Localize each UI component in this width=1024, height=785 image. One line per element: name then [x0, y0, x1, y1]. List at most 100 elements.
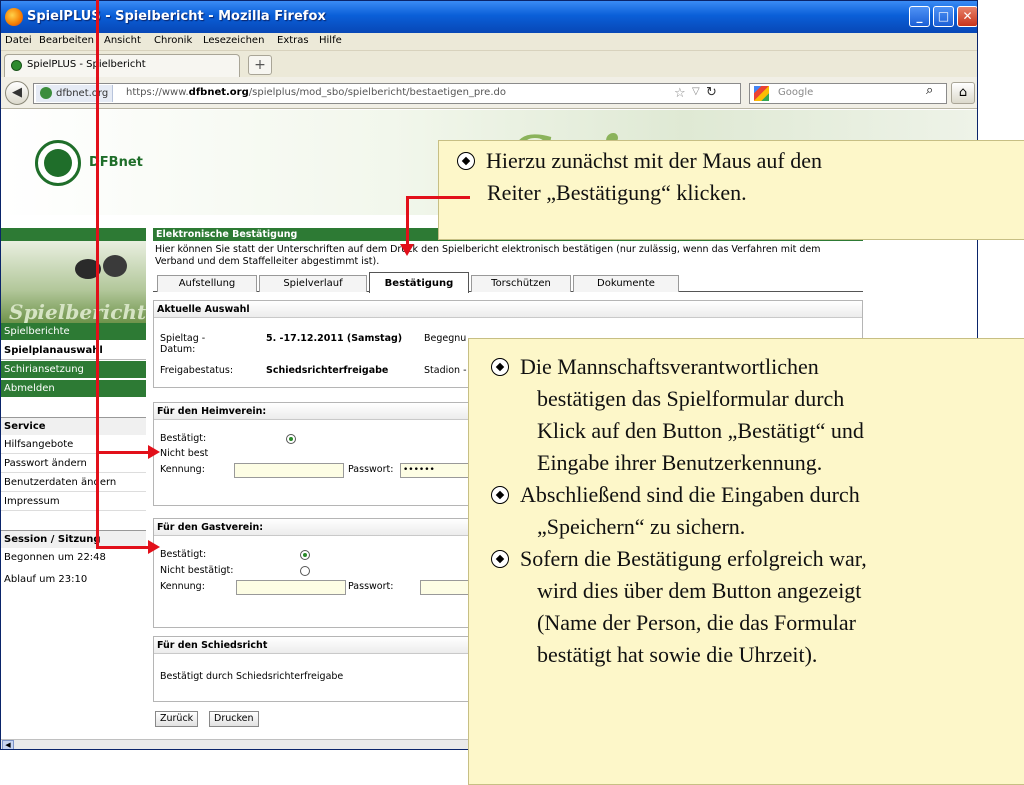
bookmark-star-icon[interactable]: ☆ — [674, 86, 686, 101]
menu-hilfe[interactable]: Hilfe — [319, 35, 342, 46]
url-domain: dfbnet.org — [188, 87, 249, 98]
guest-id-field[interactable] — [236, 580, 346, 595]
arrow-head-icon — [148, 445, 160, 459]
football-boot-icon — [103, 255, 127, 277]
scroll-left-icon[interactable]: ◀ — [2, 740, 14, 749]
browser-tab-label: SpielPLUS - Spielbericht — [27, 59, 146, 70]
tab-bar: SpielPLUS - Spielbericht + — [1, 51, 977, 77]
menu-bearbeiten[interactable]: Bearbeiten — [39, 35, 94, 46]
home-confirmed-radio[interactable] — [286, 434, 296, 444]
sidebar-logo-text: Spielbericht — [9, 300, 147, 324]
soccer-ball-icon — [457, 152, 475, 170]
maximize-button[interactable]: □ — [933, 6, 954, 27]
back-button[interactable]: ◀ — [5, 81, 29, 105]
tab-spielverlauf[interactable]: Spielverlauf — [259, 275, 367, 292]
soccer-ball-icon — [491, 550, 509, 568]
new-tab-button[interactable]: + — [248, 55, 272, 75]
annotation-text: wird dies über dem Button angezeigt — [537, 578, 862, 603]
referee-text: Bestätigt durch Schiedsrichterfreigabe — [160, 671, 344, 682]
annotation-arrow-tab-horizontal — [406, 196, 470, 199]
sidebar-item-impressum[interactable]: Impressum — [1, 493, 146, 511]
home-button[interactable]: ⌂ — [951, 82, 975, 104]
home-not-confirmed-label: Nicht best — [160, 448, 209, 459]
sidebar-item-passwort[interactable]: Passwort ändern — [1, 455, 146, 473]
guest-confirmed-radio[interactable] — [300, 550, 310, 560]
url-text[interactable]: https://www.dfbnet.org/spielplus/mod_sbo… — [126, 87, 506, 98]
search-icon[interactable]: ⌕ — [926, 83, 933, 98]
tab-bestaetigung[interactable]: Bestätigung — [369, 272, 469, 293]
url-path: /spielplus/mod_sbo/spielbericht/bestaeti… — [248, 87, 506, 98]
annotation-arrow-guest — [96, 546, 152, 549]
annotation-arrow-vertical — [96, 0, 99, 549]
annotation-line: Die Mannschaftsverantwortlichen — [491, 351, 1024, 383]
reload-icon[interactable]: ↻ — [706, 85, 717, 100]
annotation-line: Abschließend sind die Eingaben durch — [491, 479, 1024, 511]
home-id-field[interactable] — [234, 463, 344, 478]
sidebar-image: Spielbericht — [1, 241, 147, 324]
session-expiry: Ablauf um 23:10 — [4, 574, 88, 585]
window-title: SpielPLUS - Spielbericht - Mozilla Firef… — [27, 9, 326, 24]
soccer-ball-icon — [491, 486, 509, 504]
annotation-text: Abschließend sind die Eingaben durch — [520, 482, 860, 507]
guest-not-confirmed-radio[interactable] — [300, 566, 310, 576]
search-placeholder: Google — [778, 87, 814, 98]
google-icon[interactable] — [754, 86, 769, 101]
sidebar-item-benutzerdaten[interactable]: Benutzerdaten ändern — [1, 474, 146, 492]
session-start: Begonnen um 22:48 — [4, 552, 106, 563]
history-dropdown-icon[interactable]: ▽ — [692, 86, 700, 97]
close-button[interactable]: ✕ — [957, 6, 977, 27]
arrow-head-icon — [400, 244, 414, 256]
annotation-text: „Speichern“ zu sichern. — [537, 514, 746, 539]
tab-strip: Aufstellung Spielverlauf Bestätigung Tor… — [153, 272, 863, 293]
home-confirmed-label: Bestätigt: — [160, 433, 207, 444]
tab-aufstellung[interactable]: Aufstellung — [157, 275, 257, 292]
guest-not-confirmed-label: Nicht bestätigt: — [160, 565, 234, 576]
menu-chronik[interactable]: Chronik — [154, 35, 192, 46]
sidebar-item-spielberichte[interactable]: Spielberichte — [1, 323, 146, 341]
annotation-text: Klick auf den Button „Bestätigt“ und — [537, 418, 864, 443]
home-id-label: Kennung: — [160, 464, 205, 475]
firefox-logo-icon — [5, 8, 23, 26]
favicon-icon — [11, 60, 22, 71]
intro-text: Hier können Sie statt der Unterschriften… — [155, 244, 821, 267]
menu-datei[interactable]: Datei — [5, 35, 32, 46]
annotation-tab-hint: Hierzu zunächst mit der Maus auf den Rei… — [438, 140, 1024, 240]
dfb-logo-inner — [44, 149, 72, 177]
print-button[interactable]: Drucken — [209, 711, 259, 727]
spieltag-label: Spieltag - Datum: — [160, 333, 206, 355]
annotation-text: bestätigen das Spielformular durch — [537, 386, 845, 411]
minimize-button[interactable]: _ — [909, 6, 930, 27]
sidebar-top-bar — [1, 228, 146, 241]
tab-torschuetzen[interactable]: Torschützen — [471, 275, 571, 292]
annotation-text: (Name der Person, die das Formular — [537, 610, 856, 635]
annotation-text: Reiter „Bestätigung“ klicken. — [487, 180, 747, 205]
freigabe-label: Freigabestatus: — [160, 365, 234, 376]
soccer-ball-icon — [491, 358, 509, 376]
search-bar[interactable]: Google — [749, 83, 947, 104]
url-bar[interactable]: dfbnet.org https://www.dfbnet.org/spielp… — [33, 83, 741, 104]
selection-panel-title: Aktuelle Auswahl — [154, 301, 862, 318]
site-identity-badge[interactable]: dfbnet.org — [36, 85, 114, 102]
service-heading: Service — [1, 417, 146, 435]
navigation-bar: ◀ dfbnet.org https://www.dfbnet.org/spie… — [1, 77, 977, 109]
tab-dokumente[interactable]: Dokumente — [573, 275, 679, 292]
sidebar-item-spielplanauswahl[interactable]: Spielplanauswahl — [1, 342, 146, 360]
menu-extras[interactable]: Extras — [277, 35, 309, 46]
menu-lesezeichen[interactable]: Lesezeichen — [203, 35, 264, 46]
annotation-arrow-tab-vertical — [406, 196, 409, 246]
annotation-text: bestätigt hat sowie die Uhrzeit). — [537, 642, 818, 667]
globe-icon — [40, 87, 52, 99]
menu-bar: Datei Bearbeiten Ansicht Chronik Lesezei… — [1, 33, 977, 51]
annotation-text: Eingabe ihrer Benutzerkennung. — [537, 450, 823, 475]
url-prefix: https://www. — [126, 87, 189, 98]
site-identity-label: dfbnet.org — [56, 88, 109, 99]
sidebar-item-schiriansetzung[interactable]: Schiriansetzung — [1, 361, 146, 379]
browser-tab[interactable]: SpielPLUS - Spielbericht — [4, 54, 240, 77]
sidebar-item-abmelden[interactable]: Abmelden — [1, 380, 146, 398]
annotation-line: Hierzu zunächst mit der Maus auf den — [457, 145, 1024, 177]
menu-ansicht[interactable]: Ansicht — [104, 35, 141, 46]
stadion-label: Stadion - — [424, 365, 467, 376]
back-page-button[interactable]: Zurück — [155, 711, 199, 727]
spieltag-value: 5. -17.12.2011 (Samstag) — [266, 333, 403, 344]
title-bar: SpielPLUS - Spielbericht - Mozilla Firef… — [1, 1, 977, 33]
